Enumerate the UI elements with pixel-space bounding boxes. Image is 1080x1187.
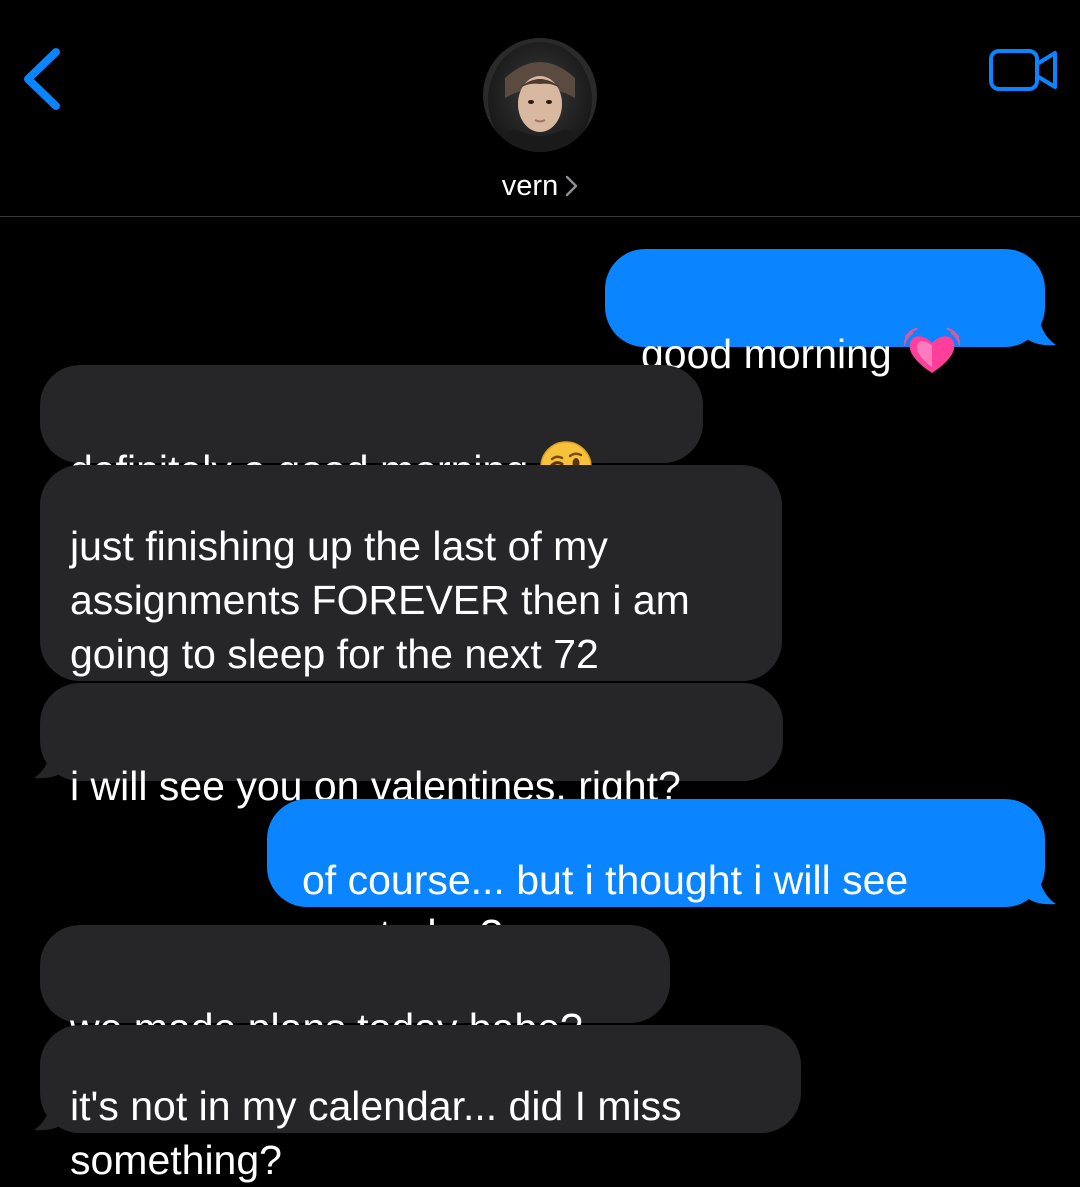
video-camera-icon bbox=[989, 49, 1057, 91]
message-bubble-received[interactable]: definitely a good morning bbox=[40, 365, 703, 493]
message-text: it's not in my calendar... did I miss so… bbox=[70, 1083, 682, 1183]
message-bubble-received[interactable]: we made plans today babe? bbox=[40, 925, 670, 1051]
avatar-photo bbox=[483, 38, 597, 152]
contact-avatar[interactable] bbox=[483, 38, 597, 152]
message-bubble-received[interactable]: it's not in my calendar... did I miss so… bbox=[40, 1025, 801, 1183]
sent-bubble-tail bbox=[1022, 305, 1056, 346]
chevron-left-icon bbox=[24, 48, 60, 110]
message-bubble-sent[interactable]: good morning bbox=[605, 249, 1045, 377]
message-bubble-received[interactable]: i will see you on valentines, right? bbox=[40, 683, 783, 809]
received-bubble-tail bbox=[34, 738, 68, 779]
received-bubble-tail bbox=[34, 1090, 68, 1131]
conversation-header: vern bbox=[0, 0, 1080, 217]
back-button[interactable] bbox=[18, 44, 68, 114]
growing-heart-emoji bbox=[903, 327, 960, 373]
facetime-video-button[interactable] bbox=[988, 46, 1060, 94]
message-bubble-sent[interactable]: of course... but i thought i will see yo… bbox=[267, 799, 1045, 957]
contact-name-button[interactable]: vern bbox=[440, 168, 640, 204]
chevron-right-icon bbox=[566, 175, 578, 197]
message-bubble-received[interactable]: just finishing up the last of my assignm… bbox=[40, 465, 782, 731]
contact-name: vern bbox=[501, 170, 559, 202]
sent-bubble-tail bbox=[1022, 864, 1056, 905]
